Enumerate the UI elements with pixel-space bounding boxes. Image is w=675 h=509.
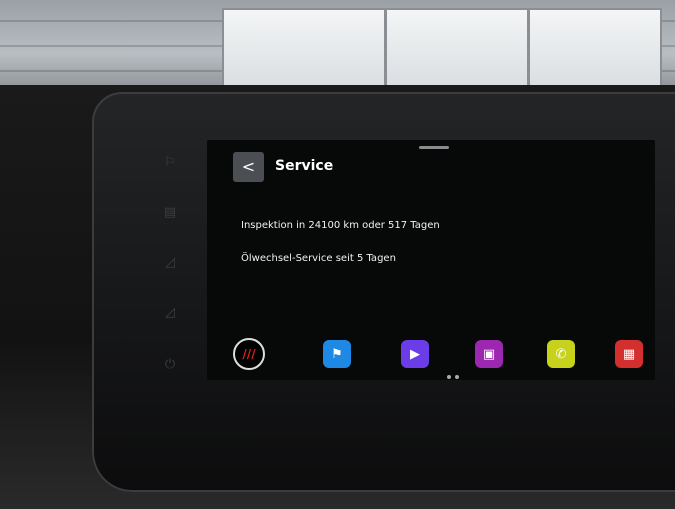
flag-icon[interactable]: ⚑: [323, 340, 351, 368]
signal-hardkey-icon[interactable]: ◿: [160, 305, 180, 321]
inspection-info: Inspektion in 24100 km oder 517 Tagen: [241, 220, 440, 231]
pull-down-handle[interactable]: [419, 146, 449, 149]
page-indicator: [445, 364, 461, 380]
page-dot: [455, 375, 459, 379]
radio-icon[interactable]: ▣: [475, 340, 503, 368]
power-hardkey-icon[interactable]: ⏻: [160, 357, 180, 373]
side-hardkeys: ⚐ ▤ ◿ ◿ ⏻: [150, 135, 190, 395]
back-button[interactable]: <: [233, 152, 264, 182]
page-title: Service: [275, 158, 334, 174]
phone-icon[interactable]: ✆: [547, 340, 575, 368]
keyboard-hardkey-icon[interactable]: ▤: [160, 205, 180, 221]
flag-hardkey-icon[interactable]: ⚐: [160, 155, 180, 171]
page-dot: [447, 375, 451, 379]
oil-service-info: Ölwechsel-Service seit 5 Tagen: [241, 253, 396, 264]
signal-hardkey-icon[interactable]: ◿: [160, 255, 180, 271]
infotainment-screen: < Service Inspektion in 24100 km oder 51…: [207, 140, 655, 380]
app-dock: /// ⚑ ▶ ▣ ✆ ▦: [207, 336, 655, 380]
keyboard-icon[interactable]: ▦: [615, 340, 643, 368]
play-icon[interactable]: ▶: [401, 340, 429, 368]
brand-icon[interactable]: ///: [233, 338, 265, 370]
